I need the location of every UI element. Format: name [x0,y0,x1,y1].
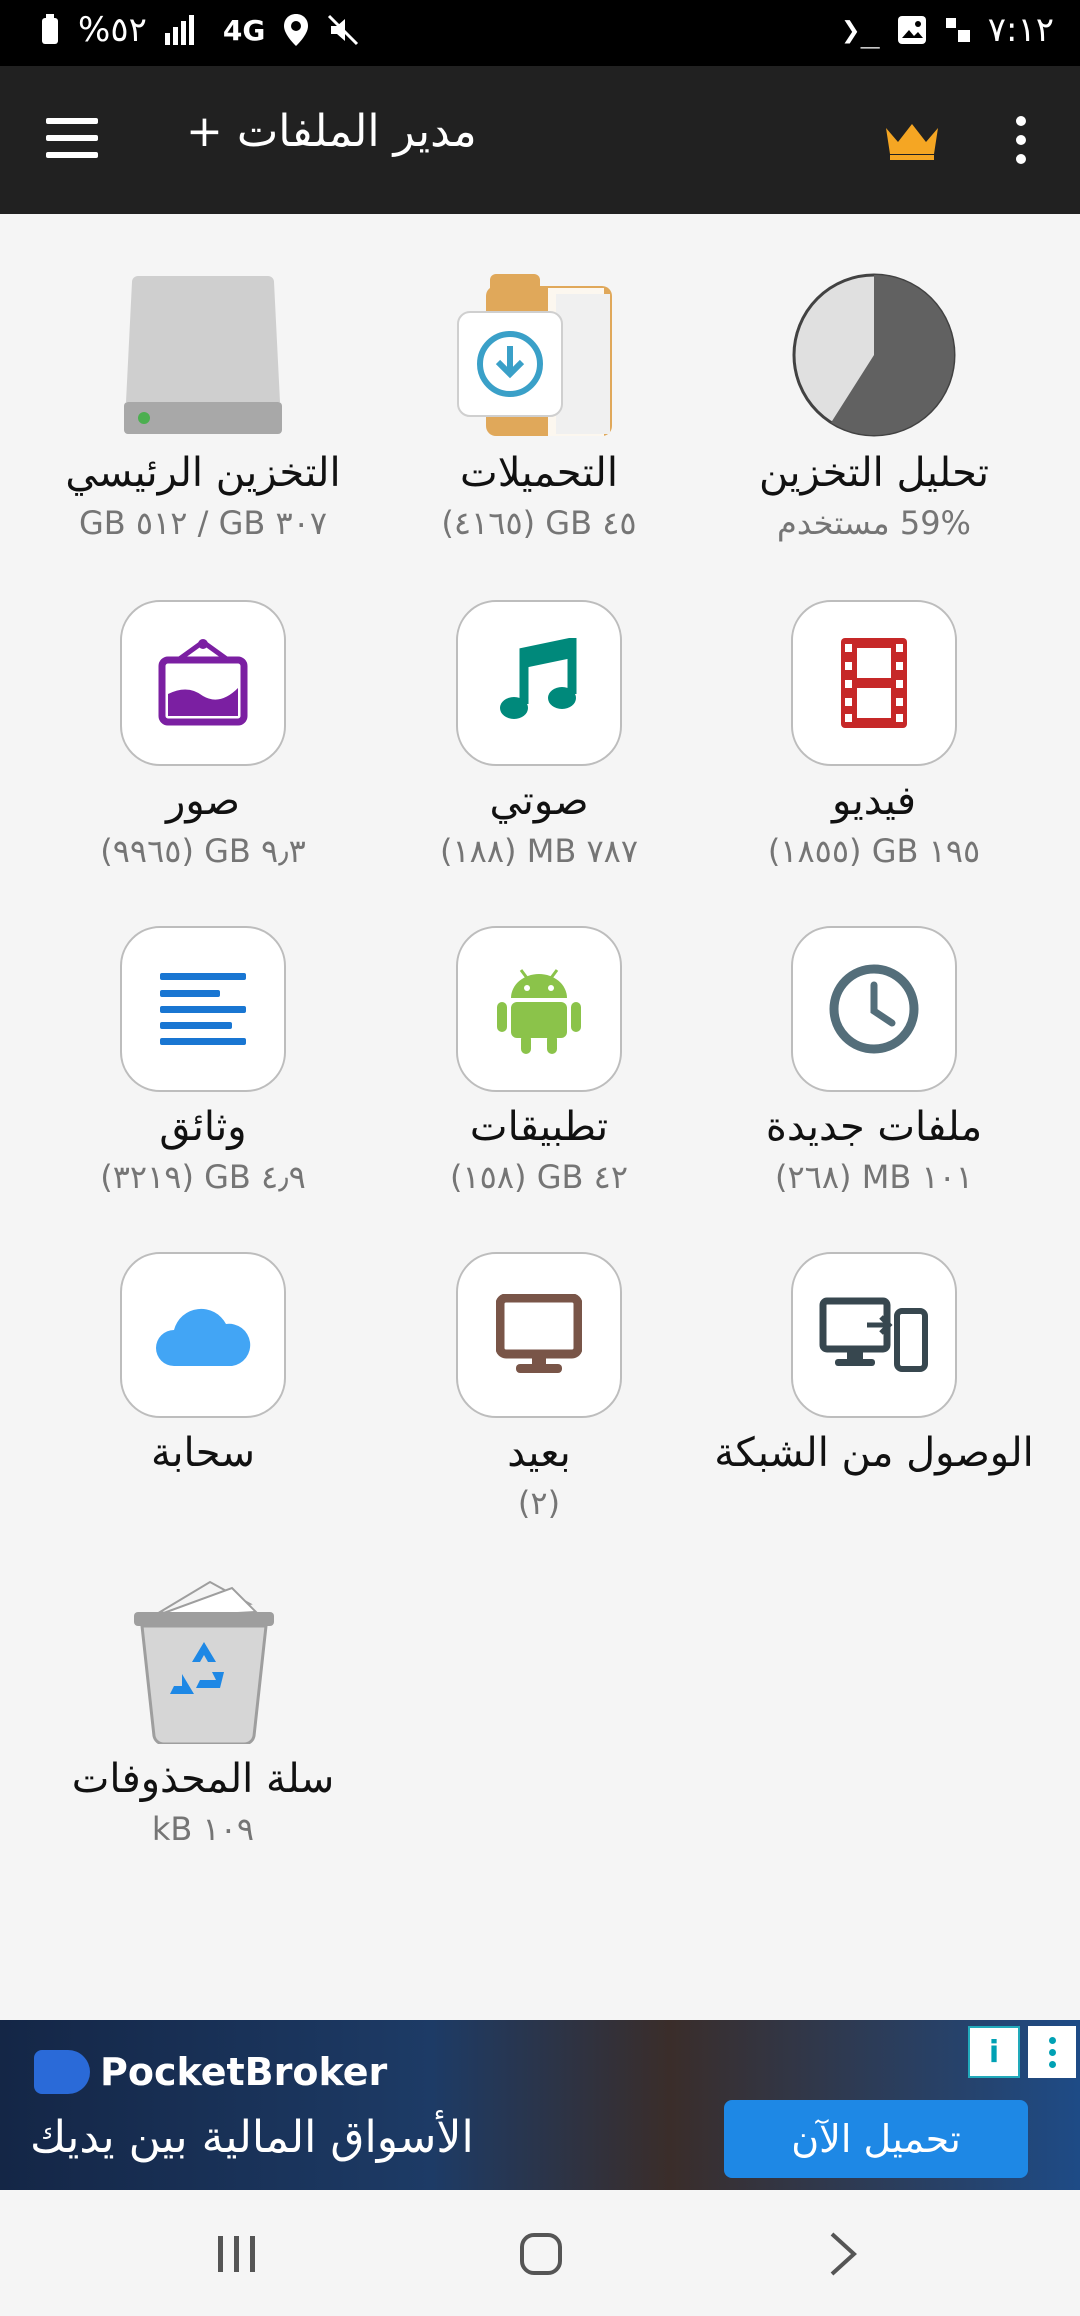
tile-downloads[interactable]: التحميلات ٤٥ GB (٤١٦٥) [374,272,704,542]
network-type: 4G [222,13,266,47]
tile-cloud[interactable]: سحابة [38,1252,368,1476]
ad-tagline: الأسواق المالية بين يديك [30,2112,474,2163]
status-bar-right-group: ❯_ ٧:١٢ [841,10,1054,50]
battery-icon [42,14,58,44]
gallery-notification-icon [897,16,926,44]
crown-icon[interactable] [884,120,940,160]
monitor-icon [456,1252,622,1418]
hamburger-menu-icon[interactable] [46,118,98,162]
download-folder-icon [456,272,622,438]
recents-button-icon[interactable] [214,2234,260,2274]
film-icon [791,600,957,766]
tile-storage-analysis[interactable]: تحليل التخزين 59% مستخدم [709,272,1039,542]
recycle-bin-icon [120,1578,286,1746]
tile-audio[interactable]: صوتي ٧٨٧ MB (١٨٨) [374,600,704,870]
tile-sub: ٣٠٧ GB / ٥١٢ GB [78,504,328,542]
tile-video[interactable]: فيديو ١٩٥ GB (١٨٥٥) [709,600,1039,870]
tile-label: سلة المحذوفات [71,1756,335,1802]
app-bar: مدير الملفات + [0,66,1080,214]
tile-label: فيديو [832,778,916,824]
status-bar: %٥٢ 4G ❯_ ٧:١٢ [0,0,1080,66]
clock-icon [791,926,957,1092]
tile-sub: ٧٨٧ MB (١٨٨) [440,832,638,870]
network-devices-icon [791,1252,957,1418]
tile-network-access[interactable]: الوصول من الشبكة [709,1252,1039,1476]
app-notification-icon [945,18,970,42]
ad-more-icon[interactable] [1028,2026,1076,2078]
tile-apps[interactable]: تطبيقات ٤٢ GB (١٥٨) [374,926,704,1196]
tile-sub: ١٠٩ kB [151,1810,255,1848]
more-vert-icon[interactable] [1012,116,1030,166]
tile-label: تحليل التخزين [758,450,990,496]
tile-label: ملفات جديدة [765,1104,983,1150]
location-icon [284,14,309,46]
tile-remote[interactable]: بعيد (٢) [374,1252,704,1522]
tile-label: بعيد [507,1430,571,1476]
tile-recent[interactable]: ملفات جديدة ١٠١ MB (٢٦٨) [709,926,1039,1196]
pocketbroker-logo-icon [34,2050,90,2094]
tile-documents[interactable]: وثائق ٤٫٩ GB (٣٢١٩) [38,926,368,1196]
status-bar-left-group: %٥٢ 4G [40,10,359,50]
signal-icon [164,15,194,45]
tile-label: صور [166,778,240,824]
tile-sub: ١٠١ MB (٢٦٨) [775,1158,973,1196]
terminal-icon: ❯_ [841,11,880,49]
back-button-icon[interactable] [828,2230,858,2278]
battery-level: %٥٢ [78,10,147,50]
home-button-icon[interactable] [519,2232,563,2276]
ad-brand: PocketBroker [34,2050,387,2094]
ad-brand-name: PocketBroker [100,2050,388,2094]
tile-label: التحميلات [460,450,618,496]
tile-sub: ٩٫٣ GB (٩٩٦٥) [100,832,306,870]
tile-images[interactable]: صور ٩٫٣ GB (٩٩٦٥) [38,600,368,870]
image-icon [120,600,286,766]
tile-sub: ١٩٥ GB (١٨٥٥) [767,832,981,870]
tile-sub: ٤٢ GB (١٥٨) [450,1158,628,1196]
tile-sub: (٢) [517,1484,561,1522]
tile-label: وثائق [159,1104,247,1150]
tile-label: التخزين الرئيسي [65,450,341,496]
android-icon [456,926,622,1092]
tile-label: تطبيقات [469,1104,609,1150]
app-title: مدير الملفات + [186,106,477,157]
music-note-icon [456,600,622,766]
tile-recycle-bin[interactable]: سلة المحذوفات ١٠٩ kB [38,1578,368,1848]
pie-chart-icon [791,272,957,438]
document-lines-icon [120,926,286,1092]
cloud-icon [120,1252,286,1418]
tile-label: سحابة [150,1430,256,1476]
ad-info-icon[interactable]: i [968,2026,1020,2078]
tile-sub: ٤٥ GB (٤١٦٥) [441,504,637,542]
mute-icon [328,14,359,46]
ad-banner[interactable]: PocketBroker الأسواق المالية بين يديك تح… [0,2020,1080,2190]
ad-cta-button[interactable]: تحميل الآن [724,2100,1028,2178]
system-nav-bar [0,2190,1080,2316]
tile-sub: 59% مستخدم [777,504,971,542]
tile-main-storage[interactable]: التخزين الرئيسي ٣٠٧ GB / ٥١٢ GB [38,272,368,542]
tile-label: صوتي [489,778,589,824]
tile-sub: ٤٫٩ GB (٣٢١٩) [100,1158,306,1196]
tile-label: الوصول من الشبكة [714,1430,1034,1476]
clock-time: ٧:١٢ [987,10,1054,50]
hard-drive-icon [120,272,286,438]
